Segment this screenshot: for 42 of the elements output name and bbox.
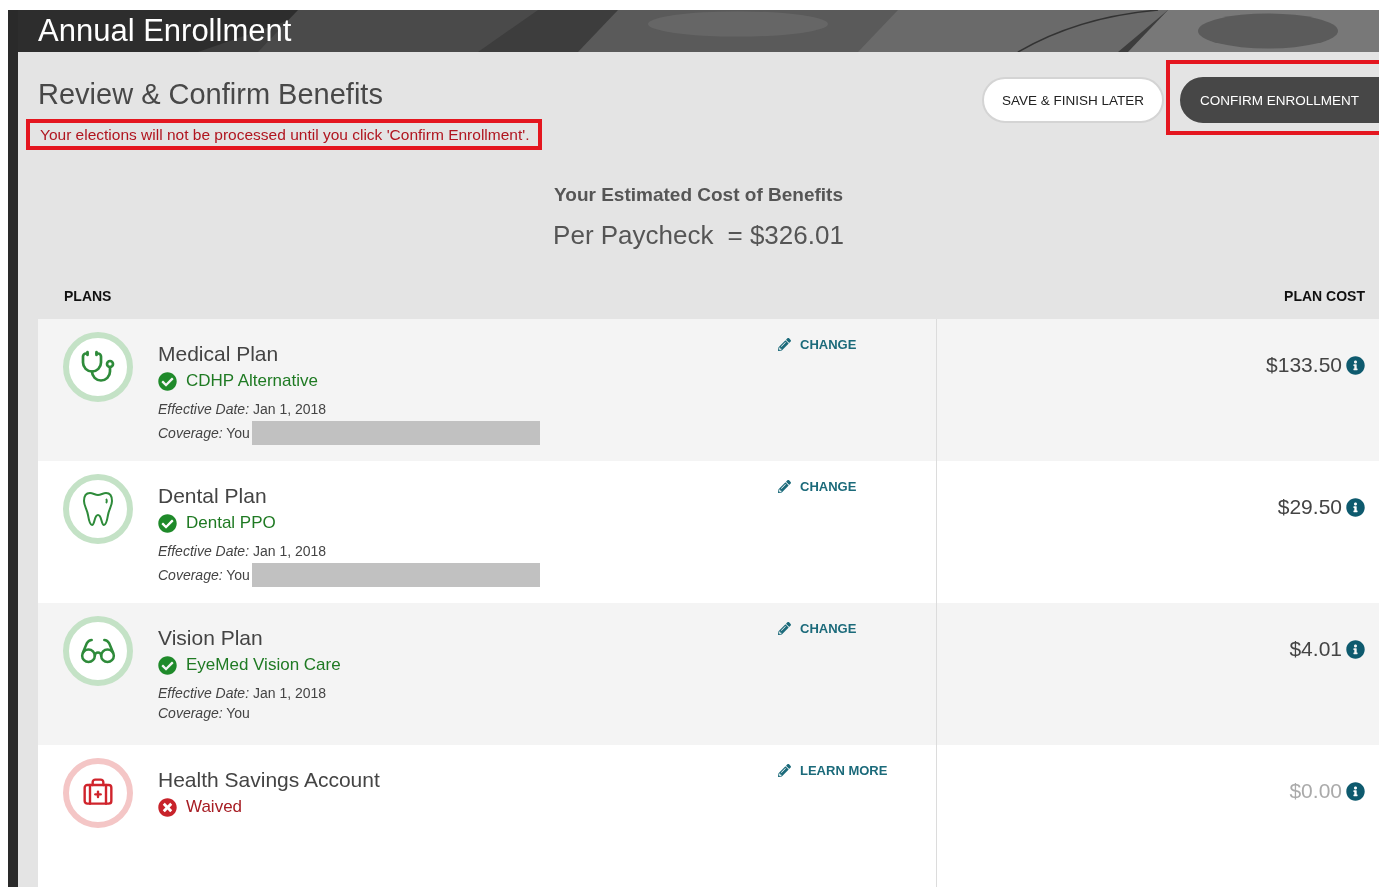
coverage-text: Coverage: You xyxy=(158,425,250,441)
plan-action-link[interactable]: CHANGE xyxy=(778,479,857,494)
plan-selection: Dental PPO xyxy=(186,513,276,533)
plan-name: Vision Plan xyxy=(158,626,264,650)
pencil-icon xyxy=(778,480,791,493)
plan-cost: $29.50 xyxy=(1277,495,1342,519)
plan-selection: Waived xyxy=(186,797,243,817)
paycheck-amount: = $326.01 xyxy=(727,220,844,251)
effective-date: Effective Date: Jan 1, 2018 xyxy=(158,401,327,417)
plan-action-link[interactable]: CHANGE xyxy=(778,337,857,352)
coverage-text: Coverage: You xyxy=(158,705,250,721)
plan-cost: $0.00 xyxy=(1289,779,1342,803)
plan-cost: $4.01 xyxy=(1289,637,1342,661)
plan-action-link[interactable]: LEARN MORE xyxy=(778,763,888,778)
info-icon[interactable] xyxy=(1346,356,1365,375)
pencil-icon xyxy=(778,338,791,351)
app-title: Annual Enrollment xyxy=(38,13,292,49)
info-icon[interactable] xyxy=(1346,782,1365,801)
plan-selection: CDHP Alternative xyxy=(186,371,318,391)
paycheck-label: Per Paycheck xyxy=(553,220,714,251)
coverage-text: Coverage: You xyxy=(158,567,250,583)
plan-selection: EyeMed Vision Care xyxy=(186,655,341,675)
plan-name: Medical Plan xyxy=(158,342,280,366)
tooth-icon xyxy=(82,490,114,528)
stethoscope-icon xyxy=(80,349,116,385)
info-icon[interactable] xyxy=(1346,640,1365,659)
plan-name: Health Savings Account xyxy=(158,768,380,792)
plan-cost: $133.50 xyxy=(1266,353,1342,377)
summary-heading: Your Estimated Cost of Benefits xyxy=(554,184,843,206)
save-button[interactable]: SAVE & FINISH LATER xyxy=(981,77,1164,123)
info-icon[interactable] xyxy=(1346,498,1365,517)
column-header: PLAN COST xyxy=(1284,288,1365,304)
plan-name: Dental Plan xyxy=(158,484,268,508)
plan-action-link[interactable]: CHANGE xyxy=(778,621,857,636)
page-title: Review & Confirm Benefits xyxy=(38,78,383,111)
effective-date: Effective Date: Jan 1, 2018 xyxy=(158,543,327,559)
notice-text: Your elections will not be processed until you click 'Confirm Enrollment'. xyxy=(26,119,542,150)
confirm-button[interactable]: CONFIRM ENROLLMENT xyxy=(1180,77,1379,123)
pencil-icon xyxy=(778,622,791,635)
pencil-icon xyxy=(778,764,791,777)
column-header: PLANS xyxy=(64,288,112,304)
effective-date: Effective Date: Jan 1, 2018 xyxy=(158,685,327,701)
